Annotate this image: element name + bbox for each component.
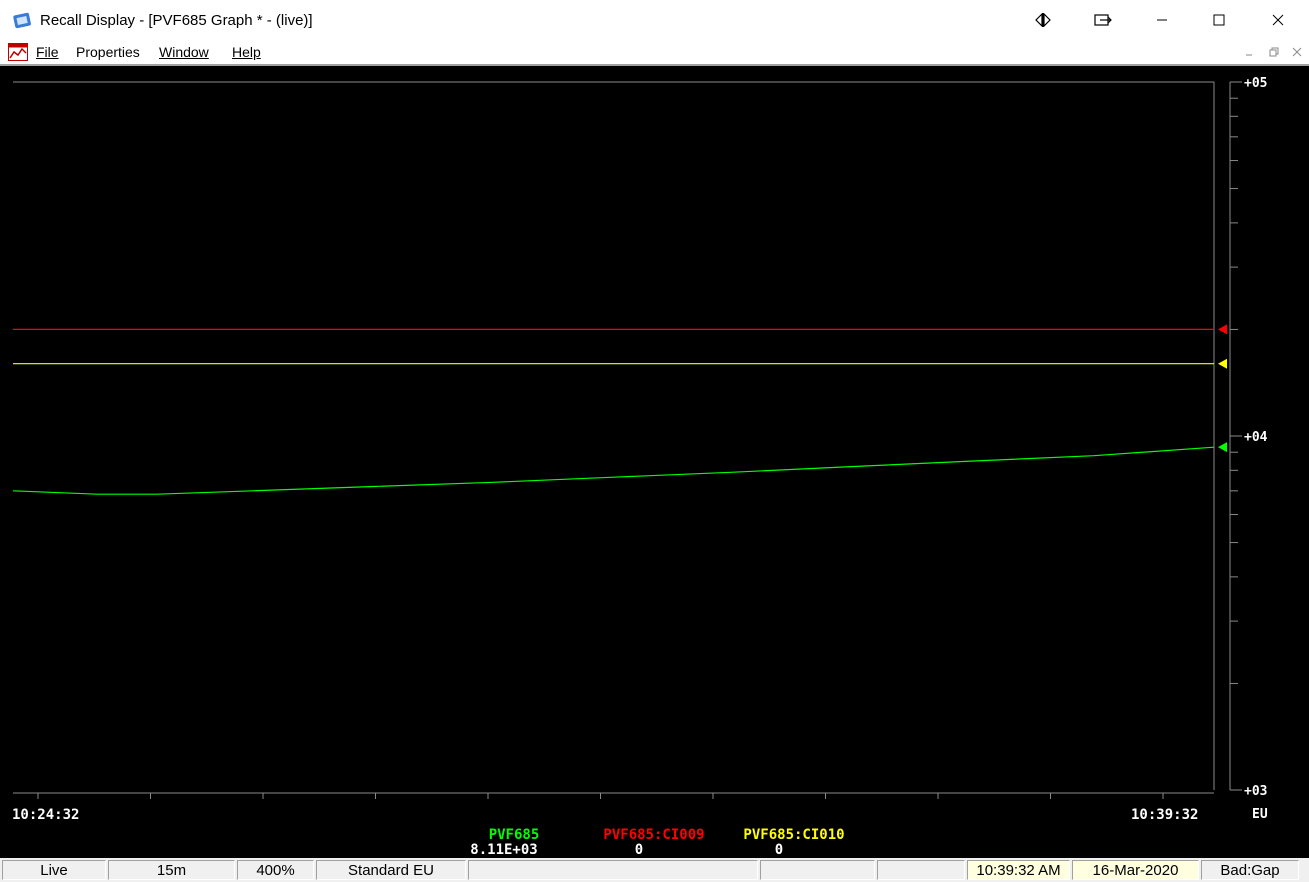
series-marker-1[interactable] [1218, 324, 1227, 335]
menu-help[interactable]: Help [232, 44, 261, 60]
restore-icon [1269, 47, 1279, 57]
x-end-label: 10:39:32 [1131, 807, 1198, 823]
menu-properties[interactable]: Properties [76, 44, 140, 60]
close-button[interactable] [1249, 0, 1307, 40]
pin-window-button[interactable] [1074, 0, 1132, 40]
status-zoom[interactable]: 400% [237, 860, 314, 880]
legend-value-ci010: 0 [775, 842, 783, 858]
status-mode[interactable]: Live [2, 860, 106, 880]
status-units[interactable]: Standard EU [316, 860, 466, 880]
trend-graph-area[interactable]: +05 +04 +03 EU 10:24:32 10:39:32 PVF685 … [0, 66, 1309, 858]
legend-value-ci009: 0 [635, 842, 643, 858]
mdi-close-button[interactable] [1288, 43, 1306, 61]
mdi-minimize-button[interactable] [1240, 43, 1258, 61]
y-unit-label: EU [1252, 807, 1268, 822]
mdi-restore-button[interactable] [1265, 43, 1283, 61]
legend-name-ci009[interactable]: PVF685:CI009 [603, 827, 704, 843]
legend-name-pvf685[interactable]: PVF685 [489, 827, 540, 843]
status-span[interactable]: 15m [108, 860, 235, 880]
series-line-0 [12, 446, 1215, 495]
title-bar: Recall Display - [PVF685 Graph * - (live… [0, 0, 1309, 40]
menu-file[interactable]: File [36, 44, 59, 60]
maximize-icon [1213, 14, 1225, 26]
close-icon [1292, 47, 1302, 57]
status-empty-3 [877, 860, 965, 880]
legend-value-pvf685: 8.11E+03 [470, 842, 537, 858]
x-start-label: 10:24:32 [12, 807, 79, 823]
y-label-top: +05 [1244, 76, 1267, 91]
menu-window-label: Window [159, 44, 209, 60]
minimize-button[interactable] [1133, 0, 1191, 40]
status-date: 16-Mar-2020 [1072, 860, 1199, 880]
close-icon [1272, 14, 1284, 26]
pin-window-icon [1094, 14, 1112, 26]
maximize-button[interactable] [1190, 0, 1248, 40]
status-quality: Bad:Gap [1201, 860, 1299, 880]
recall-app-icon [13, 12, 31, 29]
minimize-icon [1157, 19, 1167, 21]
split-view-button[interactable] [1014, 0, 1072, 40]
y-label-mid: +04 [1244, 430, 1268, 445]
status-empty-2 [760, 860, 875, 880]
series-marker-0[interactable] [1218, 442, 1227, 453]
split-view-icon [1035, 13, 1051, 27]
minimize-icon [1246, 54, 1252, 56]
menu-file-label: File [36, 44, 59, 60]
status-bar: Live 15m 400% Standard EU 10:39:32 AM 16… [0, 858, 1309, 882]
menu-properties-label: Properties [76, 44, 140, 60]
trend-chart[interactable]: +05 +04 +03 EU 10:24:32 10:39:32 PVF685 … [0, 66, 1309, 858]
menu-help-label: Help [232, 44, 261, 60]
window-title: Recall Display - [PVF685 Graph * - (live… [40, 12, 313, 29]
status-time: 10:39:32 AM [967, 860, 1070, 880]
series-marker-2[interactable] [1218, 358, 1227, 369]
status-empty-1 [468, 860, 758, 880]
legend-name-ci010[interactable]: PVF685:CI010 [743, 827, 844, 843]
menu-window[interactable]: Window [159, 44, 209, 60]
graph-document-icon[interactable] [8, 43, 28, 61]
y-label-bottom: +03 [1244, 784, 1267, 799]
